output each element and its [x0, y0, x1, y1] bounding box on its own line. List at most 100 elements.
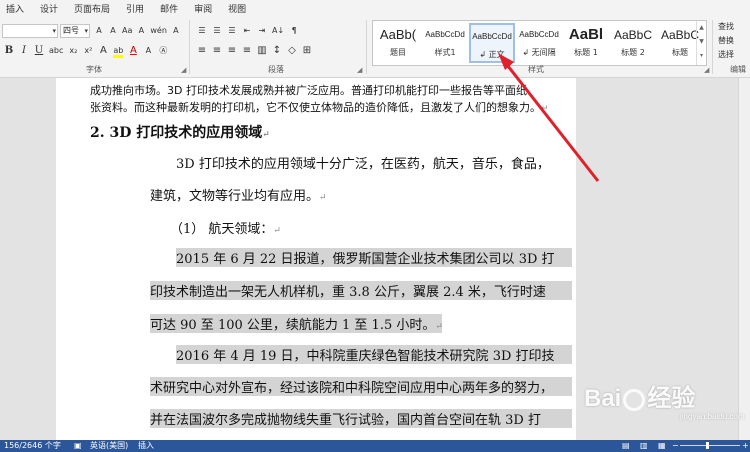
web-layout-icon[interactable]: ▦ — [658, 440, 666, 452]
bold-icon[interactable]: B — [4, 44, 14, 58]
chevron-down-icon[interactable]: ▾ — [52, 25, 56, 37]
subscript-icon[interactable]: x₂ — [68, 44, 78, 58]
sort-icon[interactable]: A↓ — [272, 24, 284, 38]
zoom-thumb[interactable] — [706, 442, 709, 449]
style-name: 标题 2 — [621, 48, 645, 57]
style-preview: AaBb( — [379, 27, 417, 42]
align-left-icon[interactable]: ≡ — [197, 44, 207, 58]
selected-line: 2015 年 6 月 22 日报道，俄罗斯国营企业技术集团公司以 3D 打 — [176, 248, 572, 267]
zoom-out-icon[interactable]: − — [672, 440, 679, 452]
style-item-2[interactable]: AaBbCcDd ↲ 正文 — [469, 23, 515, 63]
select-button[interactable]: 选择 — [718, 48, 734, 62]
underline-icon[interactable]: U — [34, 44, 44, 58]
divider — [712, 20, 713, 74]
char-shading-icon[interactable]: A — [143, 44, 153, 58]
style-name: 题目 — [390, 48, 406, 57]
borders-icon[interactable]: ⊞ — [302, 44, 312, 58]
styles-group-label: 样式 — [528, 65, 544, 74]
tab-0[interactable]: 插入 — [6, 2, 24, 15]
styles-dialog-launcher-icon[interactable]: ◢ — [704, 66, 709, 74]
body-line: 建筑，文物等行业均有应用。↵ — [150, 189, 327, 204]
zoom-in-icon[interactable]: + — [742, 440, 749, 452]
clear-format-icon[interactable]: A — [136, 24, 146, 38]
paragraph-dialog-launcher-icon[interactable]: ◢ — [357, 66, 362, 74]
numbering-icon[interactable]: ☰ — [212, 24, 222, 38]
selected-line: 可达 90 至 100 公里，续航能力 1 至 1.5 小时。↵ — [150, 314, 443, 333]
enclose-char-icon[interactable]: Ⓐ — [158, 44, 168, 58]
tab-2[interactable]: 页面布局 — [74, 2, 110, 15]
style-preview: AaBbCcDd — [472, 32, 512, 41]
strikethrough-icon[interactable]: abc — [49, 44, 63, 58]
insert-mode[interactable]: 插入 — [138, 440, 154, 452]
baidu-watermark-logo: Bai 经验 — [584, 385, 696, 412]
line-spacing-icon[interactable]: ↕ — [272, 44, 282, 58]
chevron-down-icon[interactable]: ▾ — [84, 25, 88, 37]
paragraph-group-label: 段落 — [268, 65, 284, 74]
char-border-icon[interactable]: A — [171, 24, 181, 38]
font-color-icon[interactable]: A — [128, 44, 138, 58]
style-preview: AaBbCcDd — [425, 30, 465, 39]
word-count[interactable]: 156/2646 个字 — [4, 440, 61, 452]
superscript-icon[interactable]: x² — [83, 44, 93, 58]
font-dialog-launcher-icon[interactable]: ◢ — [181, 66, 186, 74]
style-preview: AaBbC — [613, 28, 653, 42]
multilevel-list-icon[interactable]: ☰ — [227, 24, 237, 38]
phonetic-guide-icon[interactable]: wén — [150, 24, 167, 38]
style-gallery: AaBbC 标题 AaBbC 标题 2 AaBl 标题 1 AaBbCcDd ↲ 无间隔 AaB… — [372, 20, 707, 66]
change-case-icon[interactable]: Aa — [122, 24, 132, 38]
shading-icon[interactable]: ◇ — [287, 44, 297, 58]
paragraph-toolbar-bottom: ≡ ≡ ≡ ≡ ▥ ↕ ◇ ⊞ — [197, 44, 312, 58]
highlight-icon[interactable]: ab — [113, 44, 124, 58]
tab-3[interactable]: 引用 — [126, 2, 144, 15]
grow-font-icon[interactable]: A — [94, 24, 104, 38]
read-mode-icon[interactable]: ▤ — [622, 440, 630, 452]
selected-line: 2016 年 4 月 19 日，中科院重庆绿色智能技术研究院 3D 打印技 — [176, 345, 572, 364]
tab-4[interactable]: 邮件 — [160, 2, 178, 15]
font-toolbar-bottom: B I Uabc x₂ x² Aab A A Ⓐ — [4, 44, 168, 58]
doc-line: 张资料。而这种最新发明的打印机，它不仅使立体物品的造价降低，且激发了人们的想象力… — [90, 101, 549, 114]
style-item-0[interactable]: AaBb( 题目 — [375, 23, 421, 63]
vertical-scrollbar[interactable] — [738, 78, 750, 440]
font-size-box[interactable]: 四号 ▾ — [60, 24, 90, 38]
style-preview: AaBbCcDd — [519, 30, 559, 39]
align-right-icon[interactable]: ≡ — [227, 44, 237, 58]
editing-group-label: 编辑 — [730, 65, 746, 74]
print-layout-icon[interactable]: ▥ — [640, 440, 648, 452]
text-effects-icon[interactable]: A — [98, 44, 108, 58]
tab-1[interactable]: 设计 — [40, 2, 58, 15]
status-bar: 156/2646 个字 ▣ 英语(美国) 插入 ▤ ▥ ▦ − + — [0, 440, 750, 452]
paragraph-toolbar-top: ☰ ☰ ☰ ⇤ ⇥ A↓ ¶ — [197, 24, 299, 38]
bullets-icon[interactable]: ☰ — [197, 24, 207, 38]
tab-5[interactable]: 审阅 — [194, 2, 212, 15]
style-item-3[interactable]: AaBbCcDd ↲ 无间隔 — [516, 23, 562, 63]
selected-line: 术研究中心对外宣布，经过该院和中科院空间应用中心两年多的努力， — [150, 377, 572, 396]
font-name-box[interactable]: ▾ — [2, 24, 58, 38]
shrink-font-icon[interactable]: A — [108, 24, 118, 38]
justify-icon[interactable]: ≡ — [242, 44, 252, 58]
section-heading: 2. 3D 打印技术的应用领域↵ — [90, 125, 270, 141]
gallery-scroll[interactable]: ▲ ▼ ▾ — [696, 21, 706, 65]
ribbon: ▾ 四号 ▾ A A Aa Awén A B I Uabc x₂ x² Aab A A Ⓐ 字体 ◢ ☰… — [0, 16, 750, 78]
increase-indent-icon[interactable]: ⇥ — [257, 24, 267, 38]
style-name: 标题 1 — [574, 48, 598, 57]
style-item-5[interactable]: AaBbC 标题 2 — [610, 23, 656, 63]
body-line: 3D 打印技术的应用领域十分广泛，在医药，航天，音乐，食品， — [176, 157, 550, 172]
tab-6[interactable]: 视图 — [228, 2, 246, 15]
show-marks-icon[interactable]: ¶ — [289, 24, 299, 38]
editing-group: 查找 替换 选择 — [718, 20, 734, 62]
language-status[interactable]: 英语(美国) — [90, 440, 128, 452]
find-button[interactable]: 查找 — [718, 20, 734, 34]
style-item-4[interactable]: AaBl 标题 1 — [563, 23, 609, 63]
divider — [189, 20, 190, 74]
decrease-indent-icon[interactable]: ⇤ — [242, 24, 252, 38]
sub-heading: （1） 航天领域：↵ — [170, 222, 281, 237]
align-center-icon[interactable]: ≡ — [212, 44, 222, 58]
watermark-url: jingyan.baidu.com — [680, 412, 745, 421]
proofing-icon[interactable]: ▣ — [74, 440, 82, 452]
replace-button[interactable]: 替换 — [718, 34, 734, 48]
zoom-slider[interactable] — [680, 445, 740, 446]
font-size-value: 四号 — [63, 26, 79, 35]
style-item-1[interactable]: AaBbCcDd 样式1 — [422, 23, 468, 63]
italic-icon[interactable]: I — [19, 44, 29, 58]
distributed-icon[interactable]: ▥ — [257, 44, 267, 58]
